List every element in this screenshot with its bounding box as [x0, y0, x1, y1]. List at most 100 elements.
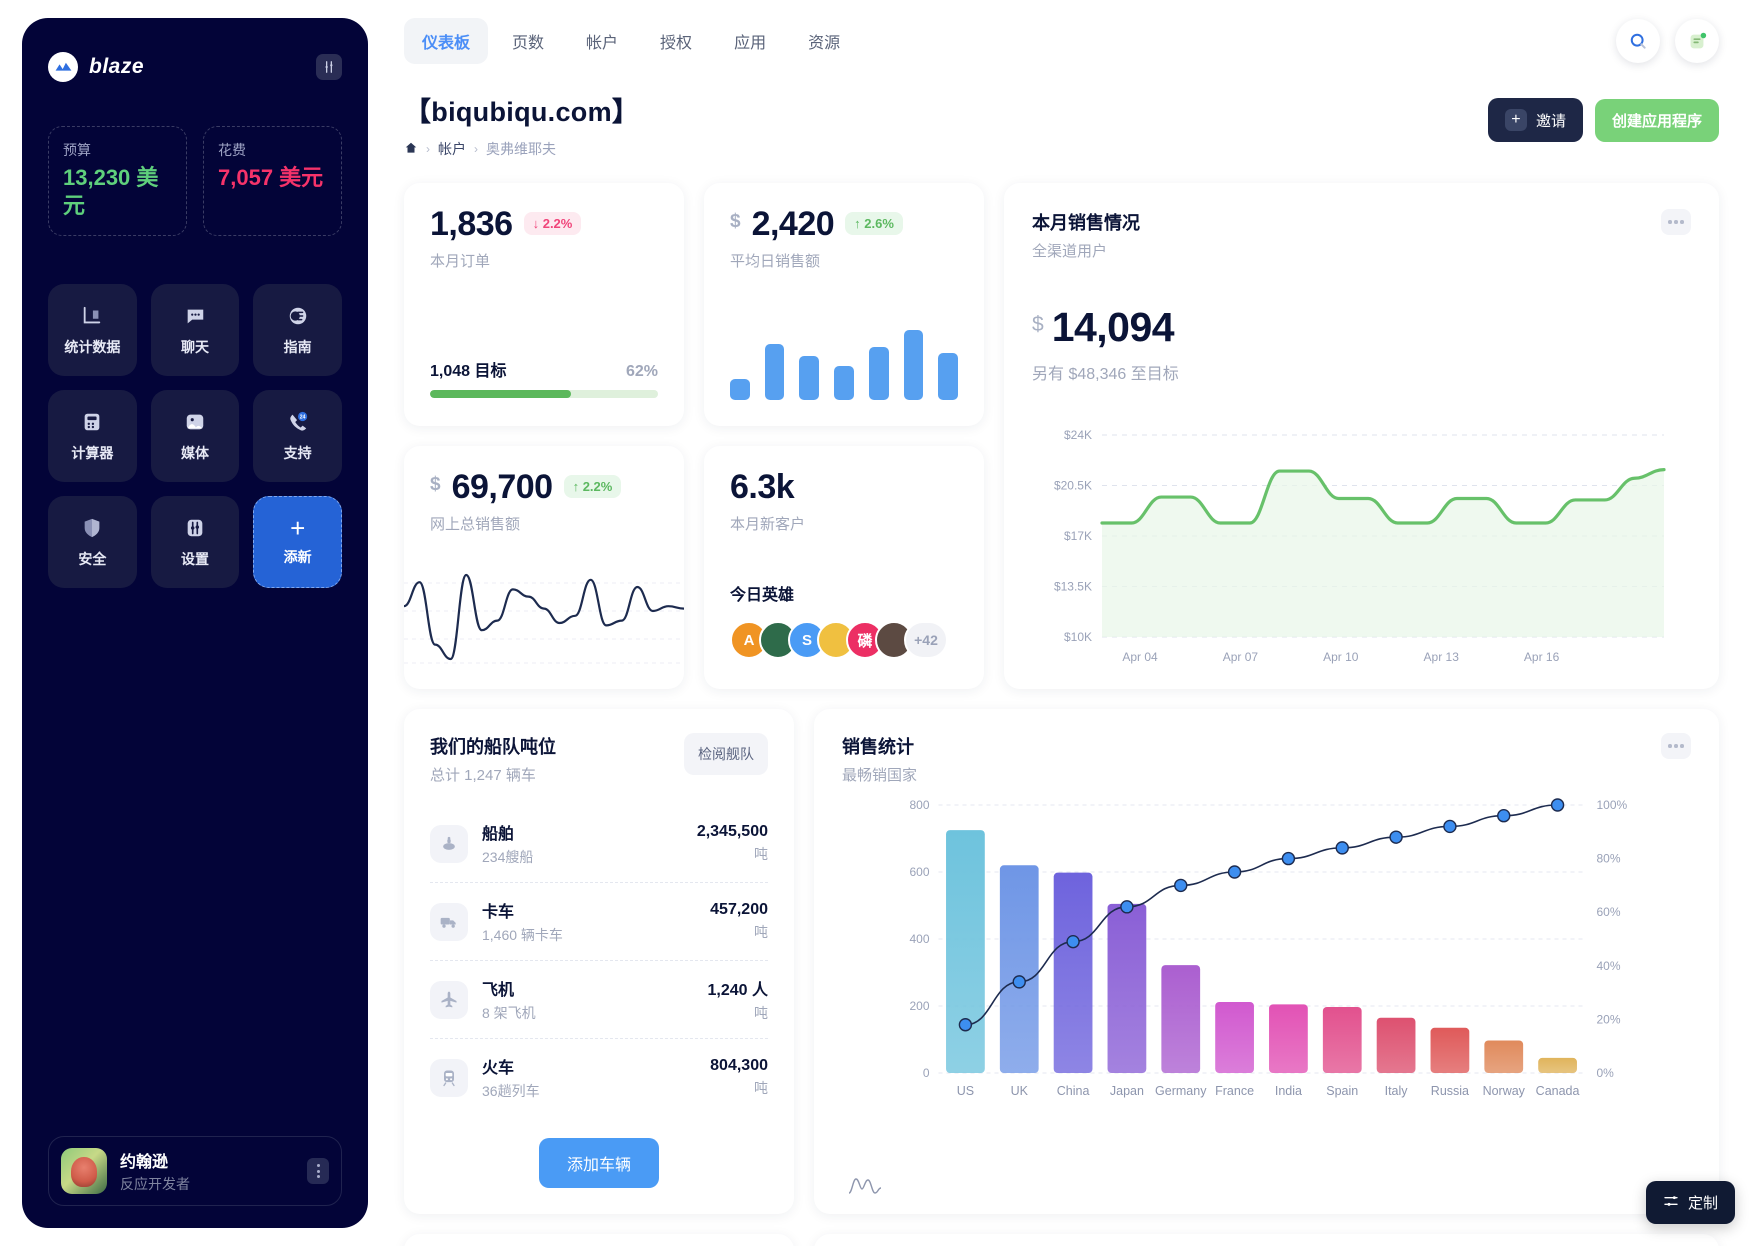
kebab-menu-icon[interactable]: [307, 1158, 329, 1184]
truck-icon: [430, 902, 468, 941]
customize-button[interactable]: 定制: [1645, 1181, 1735, 1224]
fleet-row-name: 卡车: [482, 904, 515, 921]
tab-dashboard[interactable]: 仪表板: [404, 18, 489, 64]
fleet-title: 我们的船队吨位: [430, 737, 556, 757]
media-icon: [182, 409, 208, 435]
breadcrumb-item-current: 奥弗维耶夫: [486, 141, 556, 157]
sidebar-tile-label: 支持: [283, 445, 312, 461]
topbar-actions: [1616, 19, 1719, 63]
monthly-sales-subtitle: 全渠道用户: [1032, 243, 1108, 260]
sidebar-tile-label: 添新: [283, 549, 312, 565]
svg-text:400: 400: [909, 932, 929, 946]
sparkline-icon: [848, 1173, 886, 1200]
sliders-icon[interactable]: [316, 54, 342, 80]
svg-text:Norway: Norway: [1483, 1084, 1526, 1098]
sidebar-tile-media[interactable]: 媒体: [150, 390, 240, 482]
fleet-row-name: 飞机: [482, 982, 515, 999]
svg-text:40%: 40%: [1597, 959, 1621, 973]
cards-row-bottom: 我们的船队吨位 总计 1,247 辆车 检阅舰队 船舶 234艘船 2,345,50…: [404, 709, 1719, 1214]
tab-authorization[interactable]: 授权: [642, 18, 710, 64]
invite-button[interactable]: + 邀请: [1487, 98, 1583, 142]
fleet-row-meta: 1,460 辆卡车: [482, 927, 563, 943]
sidebar-tile-security[interactable]: 安全: [48, 496, 137, 588]
tab-pages[interactable]: 页数: [494, 18, 562, 64]
fleet-row-name: 船舶: [482, 826, 515, 843]
tab-accounts[interactable]: 帐户: [568, 18, 636, 64]
brand-name: blaze: [89, 55, 145, 78]
sidebar-kpis: 预算 13,230 美元 花费 7,057 美元: [48, 126, 342, 236]
svg-text:Spain: Spain: [1326, 1084, 1358, 1098]
sidebar-tile-settings[interactable]: 设置: [150, 496, 240, 588]
customize-icon: [1663, 1193, 1679, 1213]
sidebar-tile-support[interactable]: 24 支持: [253, 390, 342, 482]
brand[interactable]: blaze: [48, 52, 144, 82]
svg-text:Germany: Germany: [1155, 1084, 1207, 1098]
fleet-row[interactable]: 船舶 234艘船 2,345,500 吨: [430, 805, 768, 882]
heroes-title: 今日英雄: [730, 587, 795, 604]
arrow-down-icon: ↓: [532, 216, 540, 231]
sidebar: blaze 预算 13,230 美元 花费 7,057 美元 统计数据 聊天 指…: [22, 18, 368, 1228]
online-sales-card: $ 69,700 ↑ 2.2% 网上总销售额: [404, 446, 684, 689]
guide-icon: [285, 303, 311, 329]
svg-text:$17K: $17K: [1064, 529, 1092, 543]
stat-cards-column: 1,836 ↓ 2.2% 本月订单 1,048 目标 62% $ 2,420 ↑…: [404, 183, 984, 689]
fleet-row-name: 火车: [482, 1060, 515, 1077]
tab-apps[interactable]: 应用: [716, 18, 784, 64]
hero-more-count[interactable]: +42: [904, 621, 948, 659]
kpi-spend-value: 7,057 美元: [218, 165, 324, 190]
tab-resources[interactable]: 资源: [790, 18, 858, 64]
home-icon[interactable]: [404, 141, 418, 158]
fleet-row-unit: 吨: [754, 1080, 768, 1096]
fleet-row-unit: 吨: [754, 1005, 768, 1021]
sidebar-profile-card[interactable]: 约翰逊 反应开发者: [48, 1136, 342, 1206]
sales-stats-card: 销售统计 最畅销国家 0 200 400 600 800 0% 20% 40% 60% 80% 10…: [814, 709, 1719, 1214]
arrow-up-icon: ↑: [854, 216, 861, 231]
sales-by-country-pareto-chart: 0 200 400 600 800 0% 20% 40% 60% 80% 100% US UK China…: [909, 798, 1627, 1098]
kebab-menu-icon[interactable]: [1661, 733, 1691, 759]
monthly-sales-head: 本月销售情况 全渠道用户: [1032, 209, 1691, 261]
fleet-row-value: 804,300: [710, 1057, 768, 1074]
sidebar-tile-stats[interactable]: 统计数据: [48, 284, 137, 376]
kpi-budget: 预算 13,230 美元: [48, 126, 187, 236]
breadcrumb-item-accounts[interactable]: 帐户: [438, 139, 466, 159]
fleet-row[interactable]: 卡车 1,460 辆卡车 457,200 吨: [430, 882, 768, 960]
svg-text:Apr 16: Apr 16: [1524, 650, 1560, 664]
sidebar-tile-chat[interactable]: 聊天: [150, 284, 240, 376]
calculator-icon: [79, 409, 105, 435]
svg-text:India: India: [1275, 1084, 1302, 1098]
review-fleet-button[interactable]: 检阅舰队: [684, 733, 768, 775]
svg-text:0%: 0%: [1597, 1066, 1615, 1080]
sidebar-tile-guide[interactable]: 指南: [253, 284, 342, 376]
dashboard-app: blaze 预算 13,230 美元 花费 7,057 美元 统计数据 聊天 指…: [0, 0, 1753, 1246]
sidebar-tile-add-new[interactable]: + 添新: [253, 496, 342, 588]
mini-bar: [903, 330, 924, 400]
notes-icon[interactable]: [1675, 19, 1719, 63]
settings-sliders-icon: [182, 515, 208, 541]
sidebar-tile-label: 安全: [78, 551, 107, 567]
avg-daily-change-value: 2.6%: [864, 216, 894, 231]
orders-change-value: 2.2%: [542, 216, 573, 231]
arrow-up-icon: ↑: [572, 479, 580, 494]
mini-bar: [799, 356, 820, 400]
topbar: 仪表板 页数 帐户 授权 应用 资源: [404, 18, 1719, 64]
sidebar-tile-label: 统计数据: [64, 339, 121, 355]
kpi-budget-label: 预算: [63, 142, 91, 158]
fleet-row[interactable]: 飞机 8 架飞机 1,240 人吨: [430, 960, 768, 1038]
svg-text:24: 24: [299, 415, 305, 421]
svg-text:China: China: [1057, 1084, 1090, 1098]
svg-text:Canada: Canada: [1536, 1084, 1580, 1098]
sidebar-tile-label: 计算器: [71, 445, 114, 461]
kpi-spend: 花费 7,057 美元: [203, 126, 342, 236]
avg-daily-sales-bars: [730, 330, 959, 400]
header-actions: + 邀请 创建应用程序: [1487, 90, 1719, 142]
kebab-menu-icon[interactable]: [1661, 209, 1691, 235]
create-app-button[interactable]: 创建应用程序: [1594, 98, 1719, 142]
fleet-row-value: 1,240 人: [707, 982, 769, 999]
search-icon[interactable]: [1616, 19, 1660, 63]
avg-daily-value: 2,420: [751, 205, 835, 243]
fleet-row[interactable]: 火车 36趟列车 804,300 吨: [430, 1038, 768, 1116]
orders-progress-bar: [430, 390, 658, 398]
new-customers-value: 6.3k: [730, 468, 795, 506]
sidebar-tile-calculator[interactable]: 计算器: [48, 390, 137, 482]
add-vehicle-button[interactable]: 添加车辆: [538, 1138, 659, 1188]
